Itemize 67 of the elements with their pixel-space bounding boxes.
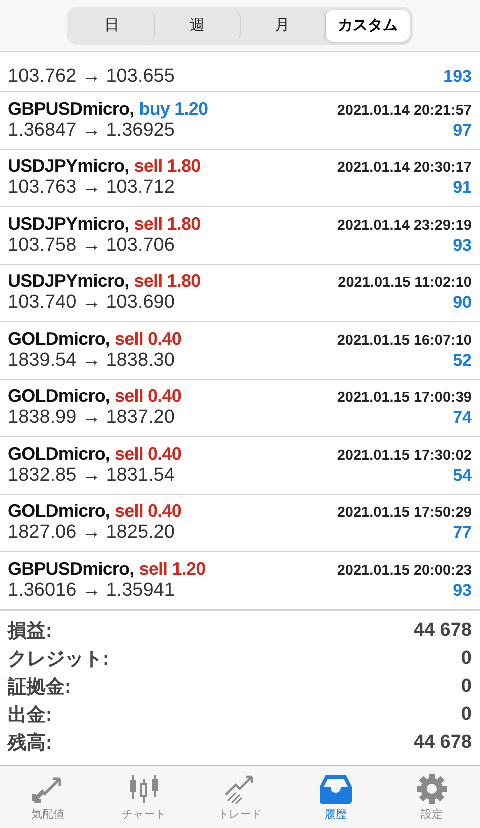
trade-time: 2021.01.15 16:07:10 xyxy=(337,332,472,349)
trade-prices: 103.763 → 103.712 xyxy=(8,177,175,200)
tab-bar-item[interactable]: トレード xyxy=(192,766,288,828)
trade-symbol: GOLDmicro, xyxy=(8,386,110,406)
trade-profit: 90 xyxy=(453,293,472,314)
trade-profit: 91 xyxy=(453,178,472,198)
tab-bar-item[interactable]: チャート xyxy=(96,766,192,828)
trade-symbol: GBPUSDmicro, xyxy=(8,98,134,119)
trade-prices: 1832.85 → 1831.54 xyxy=(8,464,175,487)
trade-symbol: GOLDmicro, xyxy=(8,444,110,464)
trade-order: sell 0.40 xyxy=(115,501,182,522)
summary-label: 残高: xyxy=(8,732,52,756)
trade-time: 2021.01.14 23:29:19 xyxy=(337,218,472,234)
trade-time: 2021.01.15 17:30:02 xyxy=(337,448,472,464)
trade-prices: 1.36847 → 1.36925 xyxy=(8,120,175,142)
trade-prices: 1838.99 → 1837.20 xyxy=(8,407,175,430)
period-tab[interactable]: カスタム xyxy=(326,10,410,42)
trade-profit: 97 xyxy=(453,120,472,141)
trade-profit: 74 xyxy=(453,408,472,428)
summary-value: 0 xyxy=(461,648,472,670)
trade-symbol: USDJPYmicro, xyxy=(8,271,130,292)
period-tab[interactable]: 週 xyxy=(155,10,240,42)
trade-symbol: USDJPYmicro, xyxy=(8,156,130,176)
summary-label: 証拠金: xyxy=(8,676,72,700)
trade-profit: 93 xyxy=(453,580,472,601)
trade-symbol: GOLDmicro, xyxy=(8,328,110,349)
trade-time: 2021.01.15 20:00:23 xyxy=(337,562,472,579)
summary-value: 0 xyxy=(461,704,472,726)
trade-order: sell 1.20 xyxy=(139,558,206,579)
summary-label: 出金: xyxy=(8,704,52,728)
trade-time: 2021.01.14 20:21:57 xyxy=(337,102,472,119)
tab-bar-item[interactable]: 設定 xyxy=(384,766,480,828)
trade-time: 2021.01.15 17:00:39 xyxy=(337,390,472,406)
summary-label: 損益: xyxy=(8,620,52,644)
tab-bar-item[interactable]: 履歴 xyxy=(288,766,384,828)
trade-prices: 1.36016 → 1.35941 xyxy=(8,580,175,602)
trade-order: buy 1.20 xyxy=(139,98,208,119)
trade-prices: 103.740 → 103.690 xyxy=(8,292,175,314)
trade-time: 2021.01.15 11:02:10 xyxy=(338,275,472,292)
summary-value: 0 xyxy=(461,676,472,698)
trade-prices: 103.762 → 103.655 xyxy=(8,66,175,88)
trade-profit: 193 xyxy=(444,67,472,87)
trade-prices: 1827.06 → 1825.20 xyxy=(8,522,175,544)
trade-order: sell 0.40 xyxy=(115,444,182,464)
trade-prices: 103.758 → 103.706 xyxy=(8,234,175,257)
trade-order: sell 1.80 xyxy=(134,271,201,292)
settings-icon xyxy=(414,772,450,804)
trade-order: sell 1.80 xyxy=(134,214,201,234)
trade-symbol: USDJPYmicro, xyxy=(8,214,130,234)
summary-value: 44 678 xyxy=(414,620,472,642)
trade-symbol: GOLDmicro, xyxy=(8,501,110,522)
inbox-icon xyxy=(318,772,354,804)
period-tab[interactable]: 日 xyxy=(70,10,156,42)
trade-profit: 52 xyxy=(453,350,472,371)
tab-bar-item[interactable]: 気配値 xyxy=(0,766,96,828)
summary-value: 44 678 xyxy=(414,732,472,754)
trade-symbol: GBPUSDmicro, xyxy=(8,558,134,579)
trade-order: sell 0.40 xyxy=(115,386,182,406)
trade-order: sell 0.40 xyxy=(115,328,182,349)
trade-order: sell 1.80 xyxy=(134,156,201,176)
trade-profit: 77 xyxy=(453,523,472,544)
trade-prices: 1839.54 → 1838.30 xyxy=(8,350,175,372)
trade-time: 2021.01.15 17:50:29 xyxy=(337,505,472,522)
trade-profit: 93 xyxy=(453,236,472,256)
trade-profit: 54 xyxy=(453,466,472,486)
trade-time: 2021.01.14 20:30:17 xyxy=(337,160,472,176)
summary-label: クレジット: xyxy=(8,648,110,672)
